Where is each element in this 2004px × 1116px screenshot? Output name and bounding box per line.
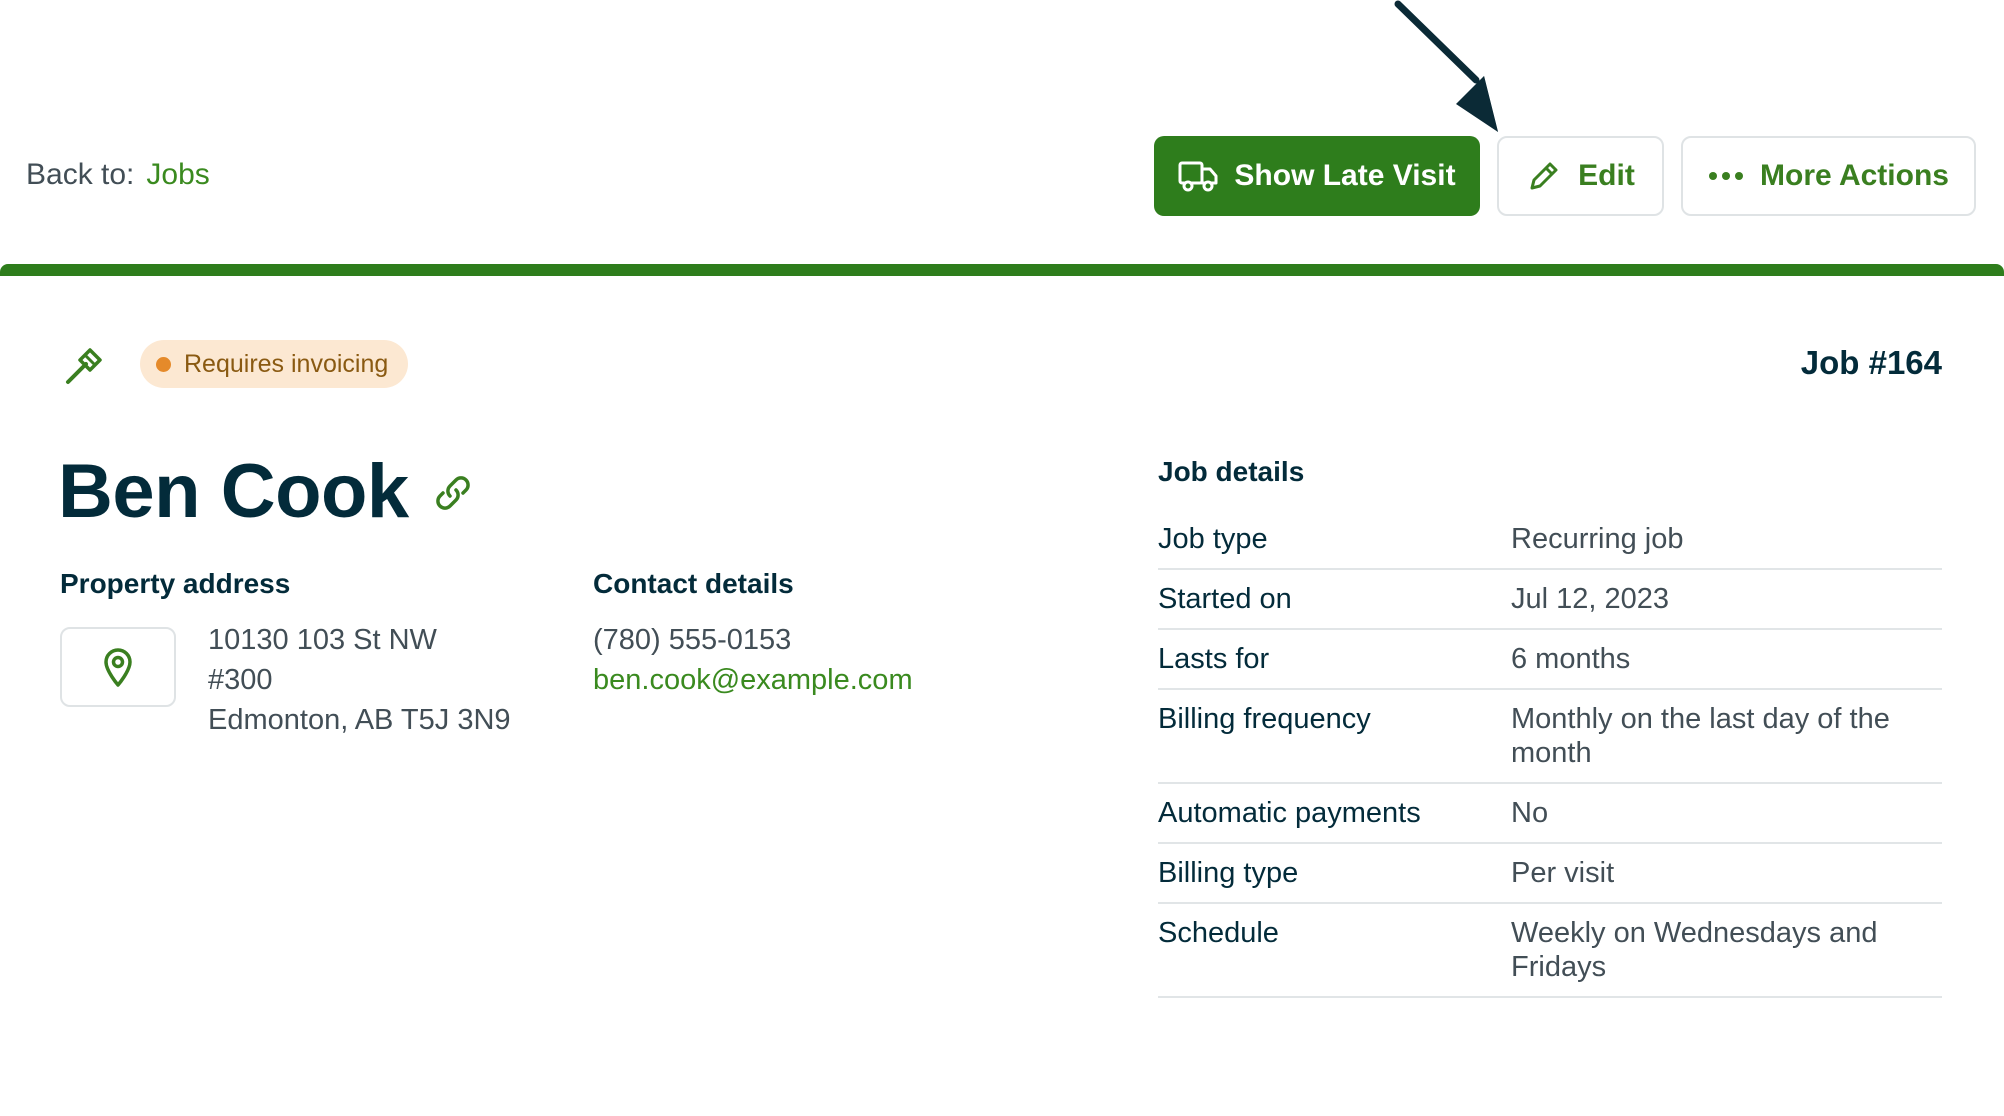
detail-label: Schedule — [1158, 917, 1279, 949]
show-late-visit-button[interactable]: Show Late Visit — [1154, 136, 1480, 216]
detail-row-job-type: Job type Recurring job — [1158, 510, 1942, 570]
status-dot — [156, 356, 171, 372]
detail-value: Jul 12, 2023 — [1511, 583, 1670, 615]
detail-value: Monthly on the last day of the month — [1511, 703, 1890, 769]
hammer-icon — [66, 348, 102, 384]
link-icon[interactable] — [432, 472, 474, 514]
detail-row-lasts-for: Lasts for 6 months — [1158, 630, 1942, 690]
detail-row-automatic-payments: Automatic payments No — [1158, 784, 1942, 844]
edit-button[interactable]: Edit — [1497, 136, 1664, 216]
address-line-2: #300 — [208, 664, 273, 696]
more-actions-label: More Actions — [1760, 159, 1949, 192]
detail-label: Automatic payments — [1158, 797, 1421, 829]
card-accent-bar — [0, 264, 2004, 276]
detail-label: Lasts for — [1158, 643, 1270, 675]
contact-details: (780) 555-0153 ben.cook@example.com — [593, 620, 913, 700]
contact-phone: (780) 555-0153 — [593, 624, 792, 656]
detail-value: No — [1511, 797, 1549, 829]
map-pin-button[interactable] — [60, 627, 176, 707]
client-name: Ben Cook — [58, 449, 409, 534]
more-actions-button[interactable]: More Actions — [1681, 136, 1976, 216]
property-address-title: Property address — [60, 568, 291, 599]
detail-label: Job type — [1158, 523, 1268, 555]
more-dots-icon — [1709, 172, 1744, 180]
detail-value: Per visit — [1511, 857, 1615, 889]
status-badge-label: Requires invoicing — [184, 349, 389, 378]
annotation-arrow — [1394, 0, 1498, 132]
detail-value: Recurring job — [1511, 523, 1684, 555]
contact-email-link[interactable]: ben.cook@example.com — [593, 660, 913, 700]
detail-label: Billing frequency — [1158, 703, 1371, 735]
edit-label: Edit — [1578, 159, 1635, 192]
address-line-1: 10130 103 St NW — [208, 624, 437, 656]
detail-value: 6 months — [1511, 643, 1631, 675]
detail-row-billing-type: Billing type Per visit — [1158, 844, 1942, 904]
breadcrumb: Back to: Jobs — [26, 158, 210, 192]
contact-details-title: Contact details — [593, 568, 794, 599]
job-number: Job #164 — [1800, 344, 1942, 381]
job-details-table: Job type Recurring job Started on Jul 12… — [1158, 510, 1942, 998]
back-label: Back to: — [26, 158, 135, 191]
truck-icon — [1178, 161, 1218, 192]
pencil-icon — [1530, 162, 1558, 190]
detail-row-started-on: Started on Jul 12, 2023 — [1158, 570, 1942, 630]
detail-row-billing-frequency: Billing frequency Monthly on the last da… — [1158, 690, 1942, 784]
map-pin-icon — [104, 648, 132, 687]
job-details-title: Job details — [1158, 456, 1305, 487]
detail-value: Weekly on Wednesdays and Fridays — [1511, 917, 1878, 983]
address-line-3: Edmonton, AB T5J 3N9 — [208, 704, 511, 736]
status-badge: Requires invoicing — [140, 340, 409, 388]
detail-label: Billing type — [1158, 857, 1299, 889]
back-link-jobs[interactable]: Jobs — [146, 158, 209, 191]
detail-row-schedule: Schedule Weekly on Wednesdays and Friday… — [1158, 904, 1942, 998]
property-address: 10130 103 St NW #300 Edmonton, AB T5J 3N… — [208, 620, 511, 740]
show-late-visit-label: Show Late Visit — [1234, 159, 1456, 192]
detail-label: Started on — [1158, 583, 1292, 615]
